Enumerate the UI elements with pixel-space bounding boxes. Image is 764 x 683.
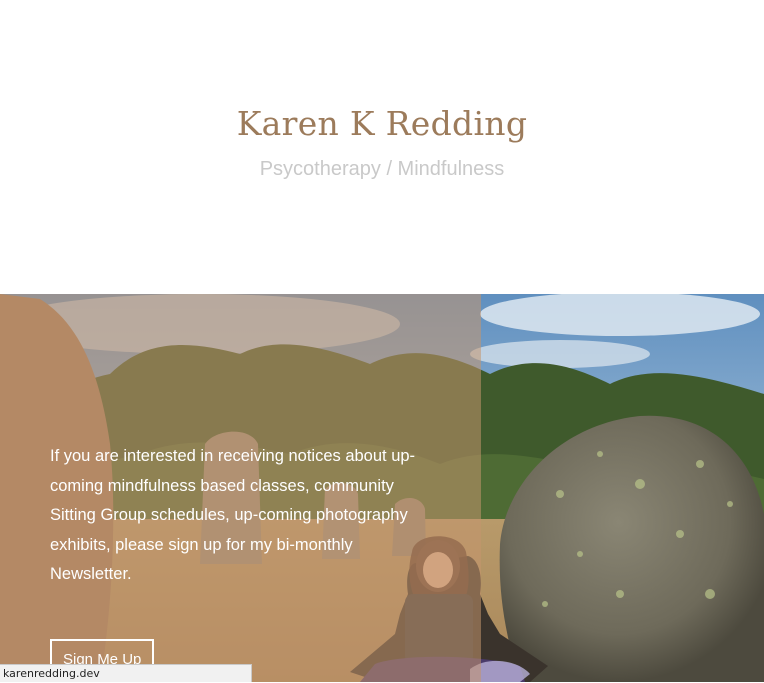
browser-status-bar: karenredding.dev bbox=[0, 664, 252, 682]
newsletter-description: If you are interested in receiving notic… bbox=[50, 447, 416, 583]
site-title[interactable]: Karen K Redding bbox=[0, 104, 764, 143]
site-header: Karen K Redding Psycotherapy / Mindfulne… bbox=[0, 0, 764, 294]
site-tagline: Psycotherapy / Mindfulness bbox=[259, 158, 505, 180]
status-url: karenredding.dev bbox=[3, 667, 100, 680]
hero-section: If you are interested in receiving notic… bbox=[0, 294, 764, 682]
